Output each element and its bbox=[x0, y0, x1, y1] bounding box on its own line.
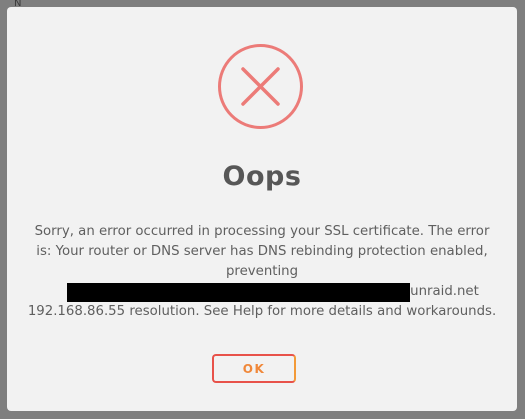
message-line: preventing bbox=[225, 264, 299, 279]
error-x-circle-icon bbox=[217, 43, 304, 130]
dialog-title: Oops bbox=[222, 161, 302, 192]
ok-button[interactable]: OK bbox=[212, 354, 296, 383]
message-domain-suffix: unraid.net bbox=[410, 284, 479, 299]
redaction-bar bbox=[67, 282, 411, 302]
message-line: 192.168.86.55 resolution. See Help for m… bbox=[27, 304, 497, 319]
dialog-message: Sorry, an error occurred in processing y… bbox=[19, 222, 505, 322]
message-line: is: Your router or DNS server has DNS re… bbox=[36, 244, 488, 259]
message-redacted-line: unraid.net bbox=[19, 282, 505, 302]
message-line: Sorry, an error occurred in processing y… bbox=[34, 224, 490, 239]
error-dialog: Oops Sorry, an error occurred in process… bbox=[7, 7, 517, 411]
